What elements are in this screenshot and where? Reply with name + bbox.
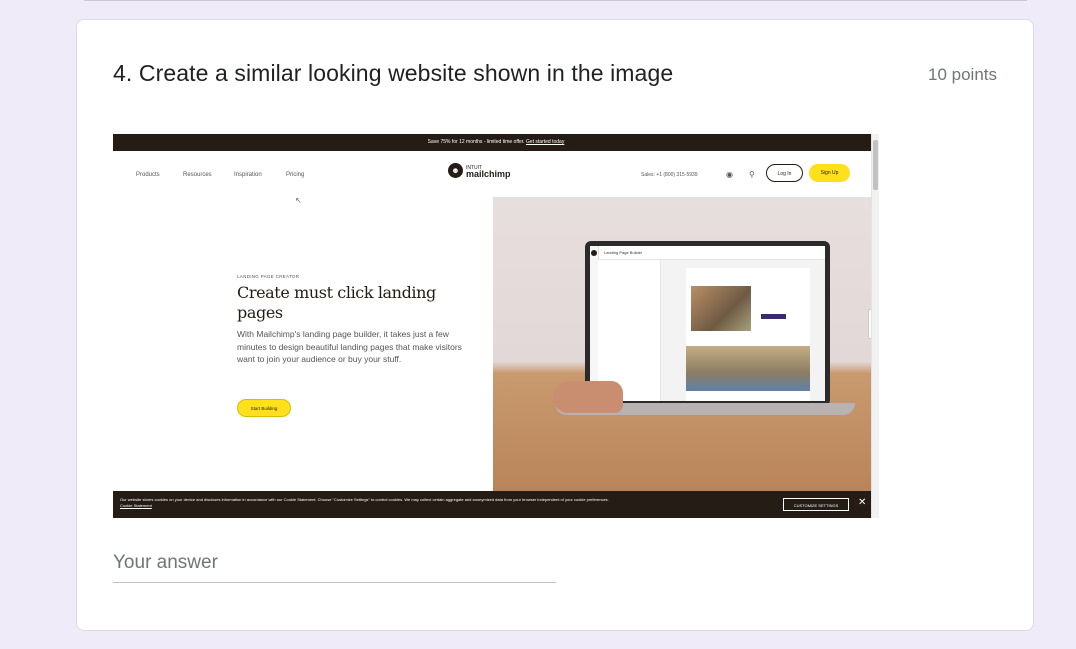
customize-settings-button: CUSTOMIZE SETTINGS xyxy=(783,498,849,511)
question-title: 4. Create a similar looking website show… xyxy=(113,60,674,86)
hero-description: With Mailchimp's landing page builder, i… xyxy=(237,329,462,364)
brand-logo: ☻ INTUIT mailchimp xyxy=(448,163,511,178)
nav-item-products: Products xyxy=(136,172,160,178)
hero-eyebrow: LANDING PAGE CREATOR xyxy=(237,274,300,279)
nav-item-pricing: Pricing xyxy=(286,172,305,178)
laptop-photo: Landing Page Builder xyxy=(493,197,872,491)
question-points: 10 points xyxy=(928,65,997,84)
builder-title: Landing Page Builder xyxy=(598,246,825,260)
site-nav: Products Resources Inspiration Pricing ☻… xyxy=(113,151,872,197)
cookie-text: Our website stores cookies on your devic… xyxy=(120,497,609,502)
hero-headline: Create must click landing pages xyxy=(237,283,436,322)
builder-settings-panel xyxy=(598,260,661,401)
close-icon: ✕ xyxy=(858,497,867,508)
promo-link: Get started today xyxy=(525,139,565,145)
hero-text: LANDING PAGE CREATOR Create must click l… xyxy=(237,274,467,366)
promo-text: Save 75% for 12 months - limited time of… xyxy=(427,139,525,145)
login-button: Log In xyxy=(766,164,803,182)
builder-photo-cyclist xyxy=(691,286,751,331)
builder-logo-icon xyxy=(591,250,597,256)
nav-item-resources: Resources xyxy=(183,172,212,178)
start-building-button: Start Building xyxy=(237,399,291,417)
chimp-icon: ☻ xyxy=(448,163,463,178)
answer-input[interactable]: Your answer xyxy=(113,552,218,574)
image-scrollbar xyxy=(871,134,879,518)
builder-photo-group xyxy=(686,346,810,391)
question-image: Save 75% for 12 months - limited time of… xyxy=(113,134,879,518)
promo-banner: Save 75% for 12 months - limited time of… xyxy=(113,134,879,151)
globe-icon: ◉ xyxy=(726,170,733,179)
search-icon: ⚲ xyxy=(749,170,755,179)
question-card: 4. Create a similar looking website show… xyxy=(76,19,1034,631)
laptop-screen: Landing Page Builder xyxy=(585,241,830,406)
nav-item-inspiration: Inspiration xyxy=(234,172,262,178)
answer-underline xyxy=(113,582,556,583)
mouse-cursor-icon: ↖ xyxy=(295,196,302,205)
builder-canvas xyxy=(661,260,825,401)
cookie-link: Cookie Statement xyxy=(120,503,152,508)
previous-card-divider xyxy=(84,0,1027,1)
hand xyxy=(553,381,623,413)
builder-button xyxy=(761,314,786,319)
signup-button: Sign Up xyxy=(809,164,850,182)
sales-phone: Sales: +1 (800) 315-5939 xyxy=(641,172,698,178)
logo-name: mailchimp xyxy=(466,168,511,179)
cookie-banner: Our website stores cookies on your devic… xyxy=(113,491,872,518)
